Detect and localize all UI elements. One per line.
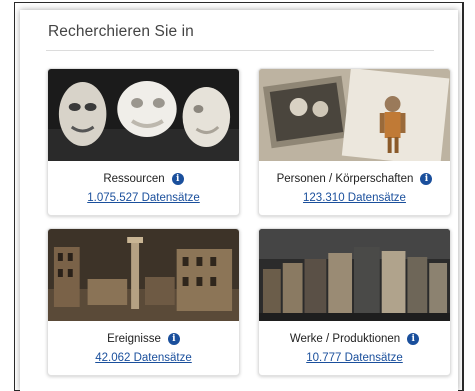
category-card-personen[interactable]: Personen / Körperschaften i 123.310 Date…: [258, 68, 451, 216]
panel-divider: [46, 50, 434, 51]
category-card-werke[interactable]: Werke / Produktionen i 10.777 Datensätze: [258, 228, 451, 376]
category-card-ressourcen[interactable]: Ressourcen i 1.075.527 Datensätze: [47, 68, 240, 216]
count-link[interactable]: 123.310 Datensätze: [303, 192, 406, 204]
search-in-panel: Recherchieren Sie in Ressourcen i 1.075.…: [20, 10, 458, 391]
info-icon[interactable]: i: [420, 173, 433, 185]
info-icon[interactable]: i: [407, 333, 420, 345]
card-label: Werke / Produktionen: [289, 333, 401, 345]
count-link[interactable]: 10.777 Datensätze: [306, 352, 403, 364]
card-label: Ereignisse: [107, 333, 161, 345]
ressourcen-image[interactable]: [48, 69, 239, 161]
count-link[interactable]: 1.075.527 Datensätze: [87, 192, 200, 204]
info-icon[interactable]: i: [167, 333, 180, 345]
card-label: Ressourcen: [103, 173, 165, 185]
info-icon[interactable]: i: [171, 173, 184, 185]
werke-image[interactable]: [259, 229, 450, 321]
card-label: Personen / Körperschaften: [276, 173, 414, 185]
count-link[interactable]: 42.062 Datensätze: [95, 352, 192, 364]
ereignisse-image[interactable]: [48, 229, 239, 321]
personen-image[interactable]: [259, 69, 450, 161]
category-card-ereignisse[interactable]: Ereignisse i 42.062 Datensätze: [47, 228, 240, 376]
panel-title: Recherchieren Sie in: [48, 23, 194, 40]
